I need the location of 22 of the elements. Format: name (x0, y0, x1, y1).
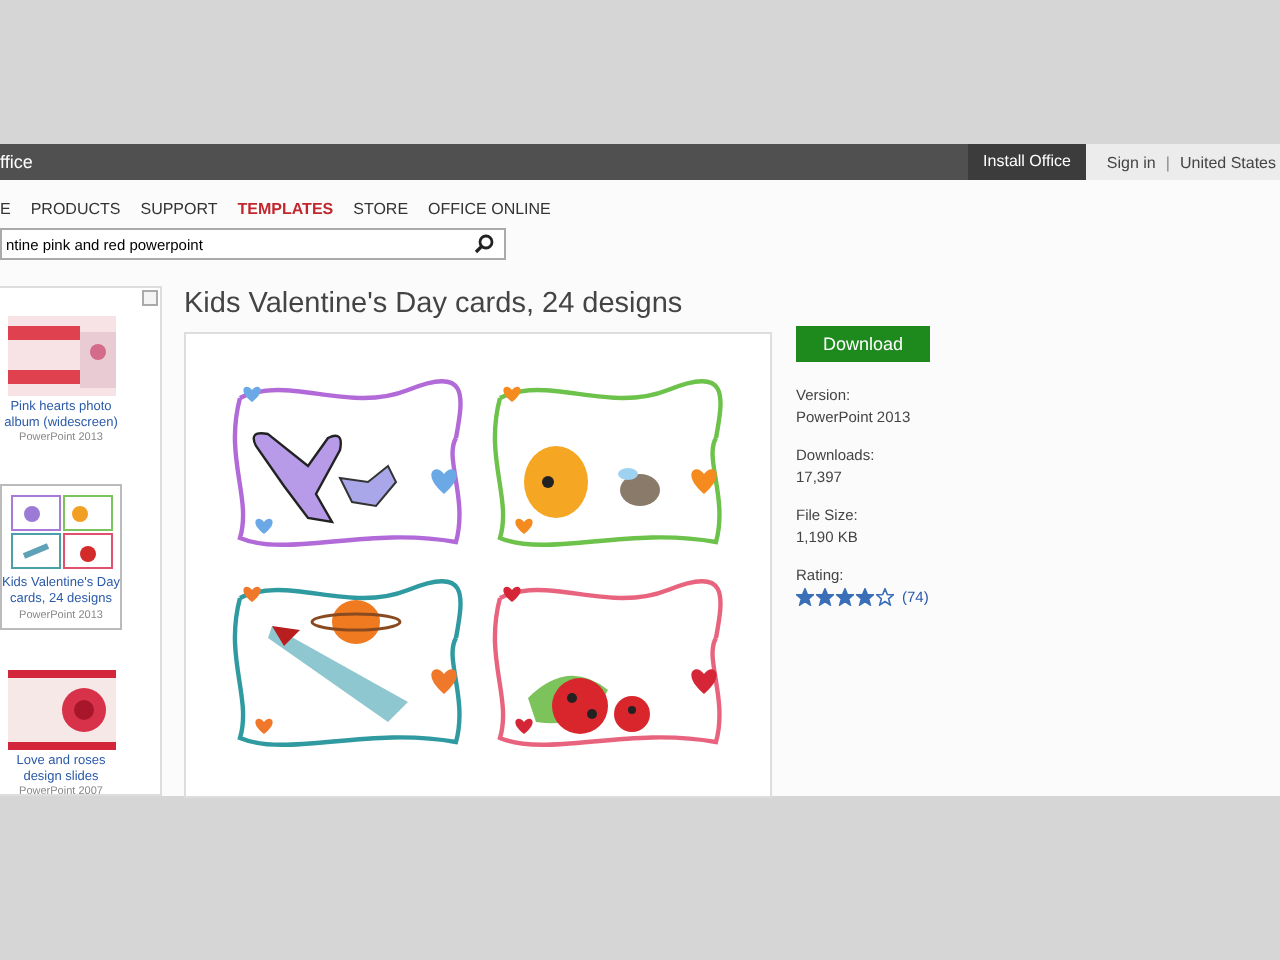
nav-link[interactable]: PRODUCTS (30, 199, 121, 217)
nav-link[interactable]: STORE (353, 199, 409, 217)
thumbnail-image (7, 669, 115, 749)
download-button[interactable]: Download (796, 326, 930, 362)
thumbnail-image (7, 492, 115, 573)
sign-in-link[interactable]: Sign in (1106, 153, 1156, 171)
nav-link[interactable]: E (0, 199, 11, 217)
star-icon (796, 588, 814, 607)
nav-link[interactable]: SUPPORT (140, 199, 218, 217)
nav-link[interactable]: OFFICE ONLINE (428, 199, 551, 217)
brand-name: ffice (0, 150, 35, 176)
star-icon (876, 588, 894, 607)
star-icon (836, 588, 854, 607)
install-office-link[interactable]: Install Office (967, 144, 1087, 180)
search-icon[interactable] (474, 234, 494, 254)
nav-link[interactable]: TEMPLATES (237, 199, 334, 217)
region-link[interactable]: United States (1179, 153, 1276, 171)
separator: | (1165, 153, 1170, 171)
star-icon (856, 588, 874, 607)
thumbnail-image (7, 316, 115, 396)
star-icon (816, 588, 834, 607)
template-title-heading: Kids Valentine's Day cards, 24 designs (184, 288, 685, 320)
